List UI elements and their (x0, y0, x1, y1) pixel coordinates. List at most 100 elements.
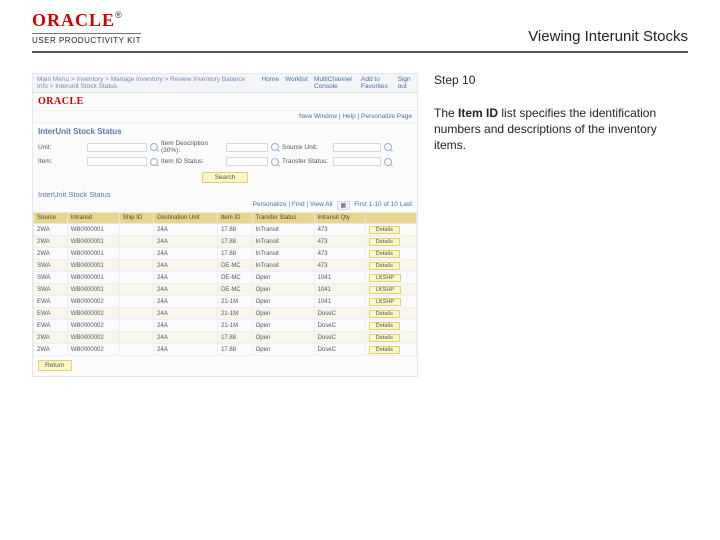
row-details-button[interactable]: Details (369, 334, 400, 342)
page-actions[interactable]: New Window | Help | Personalize Page (33, 111, 417, 123)
table-cell (119, 248, 154, 260)
table-cell: DoseC (314, 332, 365, 344)
product-subtitle: USER PRODUCTIVITY KIT (32, 33, 141, 45)
filter-transfer-input[interactable] (333, 157, 381, 166)
row-details-button[interactable]: Details (369, 310, 400, 318)
step-body-before: The (434, 106, 458, 120)
filter-unit-input[interactable] (87, 143, 147, 152)
table-row: EWAWB000000224A21-1MOpenDoseCDetails (34, 308, 417, 320)
table-cell: Details (365, 236, 416, 248)
table-cell: InTransit (252, 224, 314, 236)
table-cell: WB0000001 (67, 284, 119, 296)
col-dest[interactable]: Destination Unit (154, 213, 218, 224)
table-cell: SWA (34, 260, 68, 272)
row-details-button[interactable]: Details (369, 226, 400, 234)
table-cell: 24A (154, 260, 218, 272)
app-screenshot: Main Menu > Inventory > Manage Inventory… (32, 73, 418, 377)
table-cell: SWA (34, 272, 68, 284)
table-cell: WB0000001 (67, 260, 119, 272)
filter-desc-label: Item Description (30%): (161, 140, 223, 154)
filter-source-label: Source Unit: (282, 144, 330, 151)
step-label: Step 10 (434, 73, 688, 87)
instruction-panel: Step 10 The Item ID list specifies the i… (434, 73, 688, 377)
lookup-icon[interactable] (150, 158, 158, 166)
filter-source-input[interactable] (333, 143, 381, 152)
row-details-button[interactable]: Details (369, 238, 400, 246)
table-cell: 2WA (34, 224, 68, 236)
row-details-button[interactable]: Details (369, 250, 400, 258)
search-button[interactable]: Search (202, 172, 249, 183)
table-cell: WB0000001 (67, 248, 119, 260)
table-cell: WB0000001 (67, 272, 119, 284)
table-cell: 473 (314, 260, 365, 272)
table-cell: WB0000001 (67, 236, 119, 248)
table-row: SWAWB000000124ADE-MCOpen1041LKSHP (34, 284, 417, 296)
grid-icon[interactable]: ▦ (337, 201, 351, 210)
row-details-button[interactable]: Details (369, 346, 400, 354)
page-header: ORACLE® USER PRODUCTIVITY KIT Viewing In… (0, 0, 720, 51)
table-row: 2WAWB000000224A17.88OpenDoseCDetails (34, 344, 417, 356)
lookup-icon[interactable] (384, 158, 392, 166)
lookup-icon[interactable] (150, 143, 158, 151)
col-intransit[interactable]: Intransit (67, 213, 119, 224)
lookup-icon[interactable] (384, 143, 392, 151)
nav-home[interactable]: Home (262, 76, 279, 90)
return-button[interactable]: Return (38, 360, 72, 371)
grid-page-info[interactable]: First 1-10 of 10 Last (354, 201, 412, 210)
table-header: Source Intransit Ship ID Destination Uni… (34, 213, 417, 224)
filter-desc-input[interactable] (226, 143, 268, 152)
col-shipid[interactable]: Ship ID (119, 213, 154, 224)
table-cell: EWA (34, 308, 68, 320)
lookup-icon[interactable] (271, 158, 279, 166)
table-cell: 24A (154, 236, 218, 248)
table-cell: 17.88 (218, 236, 253, 248)
section-title: InterUnit Stock Status (33, 123, 417, 138)
row-details-button[interactable]: LKSHP (369, 274, 402, 282)
filter-status-input[interactable] (226, 157, 268, 166)
table-cell: 473 (314, 248, 365, 260)
step-body: The Item ID list specifies the identific… (434, 105, 688, 154)
col-action (365, 213, 416, 224)
table-cell (119, 260, 154, 272)
row-details-button[interactable]: Details (369, 322, 400, 330)
app-brand-row: ORACLE (33, 93, 417, 111)
lookup-icon[interactable] (271, 143, 279, 151)
col-itemid[interactable]: Item ID (218, 213, 253, 224)
table-cell: WB0000002 (67, 320, 119, 332)
filter-unit-label: Unit: (38, 144, 84, 151)
nav-mcc[interactable]: MultiChannel Console (314, 76, 355, 90)
table-cell: 1041 (314, 284, 365, 296)
table-cell (119, 332, 154, 344)
table-cell: 17.88 (218, 344, 253, 356)
table-cell: DoseC (314, 344, 365, 356)
table-cell: Details (365, 224, 416, 236)
nav-worklist[interactable]: Worklist (285, 76, 308, 90)
table-cell (119, 236, 154, 248)
table-cell: 21-1M (218, 320, 253, 332)
table-cell (119, 320, 154, 332)
filter-item-input[interactable] (87, 157, 147, 166)
table-cell: DE-MC (218, 260, 253, 272)
results-table: Source Intransit Ship ID Destination Uni… (33, 212, 417, 356)
row-details-button[interactable]: LKSHP (369, 286, 402, 294)
logo-block: ORACLE® USER PRODUCTIVITY KIT (32, 10, 141, 45)
filter-transfer-label: Transfer Status: (282, 158, 330, 165)
col-source[interactable]: Source (34, 213, 68, 224)
table-cell: 24A (154, 320, 218, 332)
breadcrumb[interactable]: Main Menu > Inventory > Manage Inventory… (37, 76, 258, 90)
row-details-button[interactable]: LKSHP (369, 298, 402, 306)
nav-favorites[interactable]: Add to Favorites (361, 76, 392, 90)
table-cell: Open (252, 320, 314, 332)
nav-signout[interactable]: Sign out (398, 76, 413, 90)
col-qty[interactable]: Intransit Qty (314, 213, 365, 224)
grid-toolbar: Personalize | Find | View All ▦ First 1-… (33, 201, 417, 212)
col-transfer[interactable]: Transfer Status (252, 213, 314, 224)
row-details-button[interactable]: Details (369, 262, 400, 270)
table-cell: EWA (34, 296, 68, 308)
results-title: InterUnit Stock Status (33, 187, 417, 201)
table-cell: InTransit (252, 260, 314, 272)
filter-item-label: Item: (38, 158, 84, 165)
step-body-bold: Item ID (458, 106, 498, 120)
table-cell: 2WA (34, 236, 68, 248)
grid-personalize-link[interactable]: Personalize | Find | View All (253, 201, 333, 210)
